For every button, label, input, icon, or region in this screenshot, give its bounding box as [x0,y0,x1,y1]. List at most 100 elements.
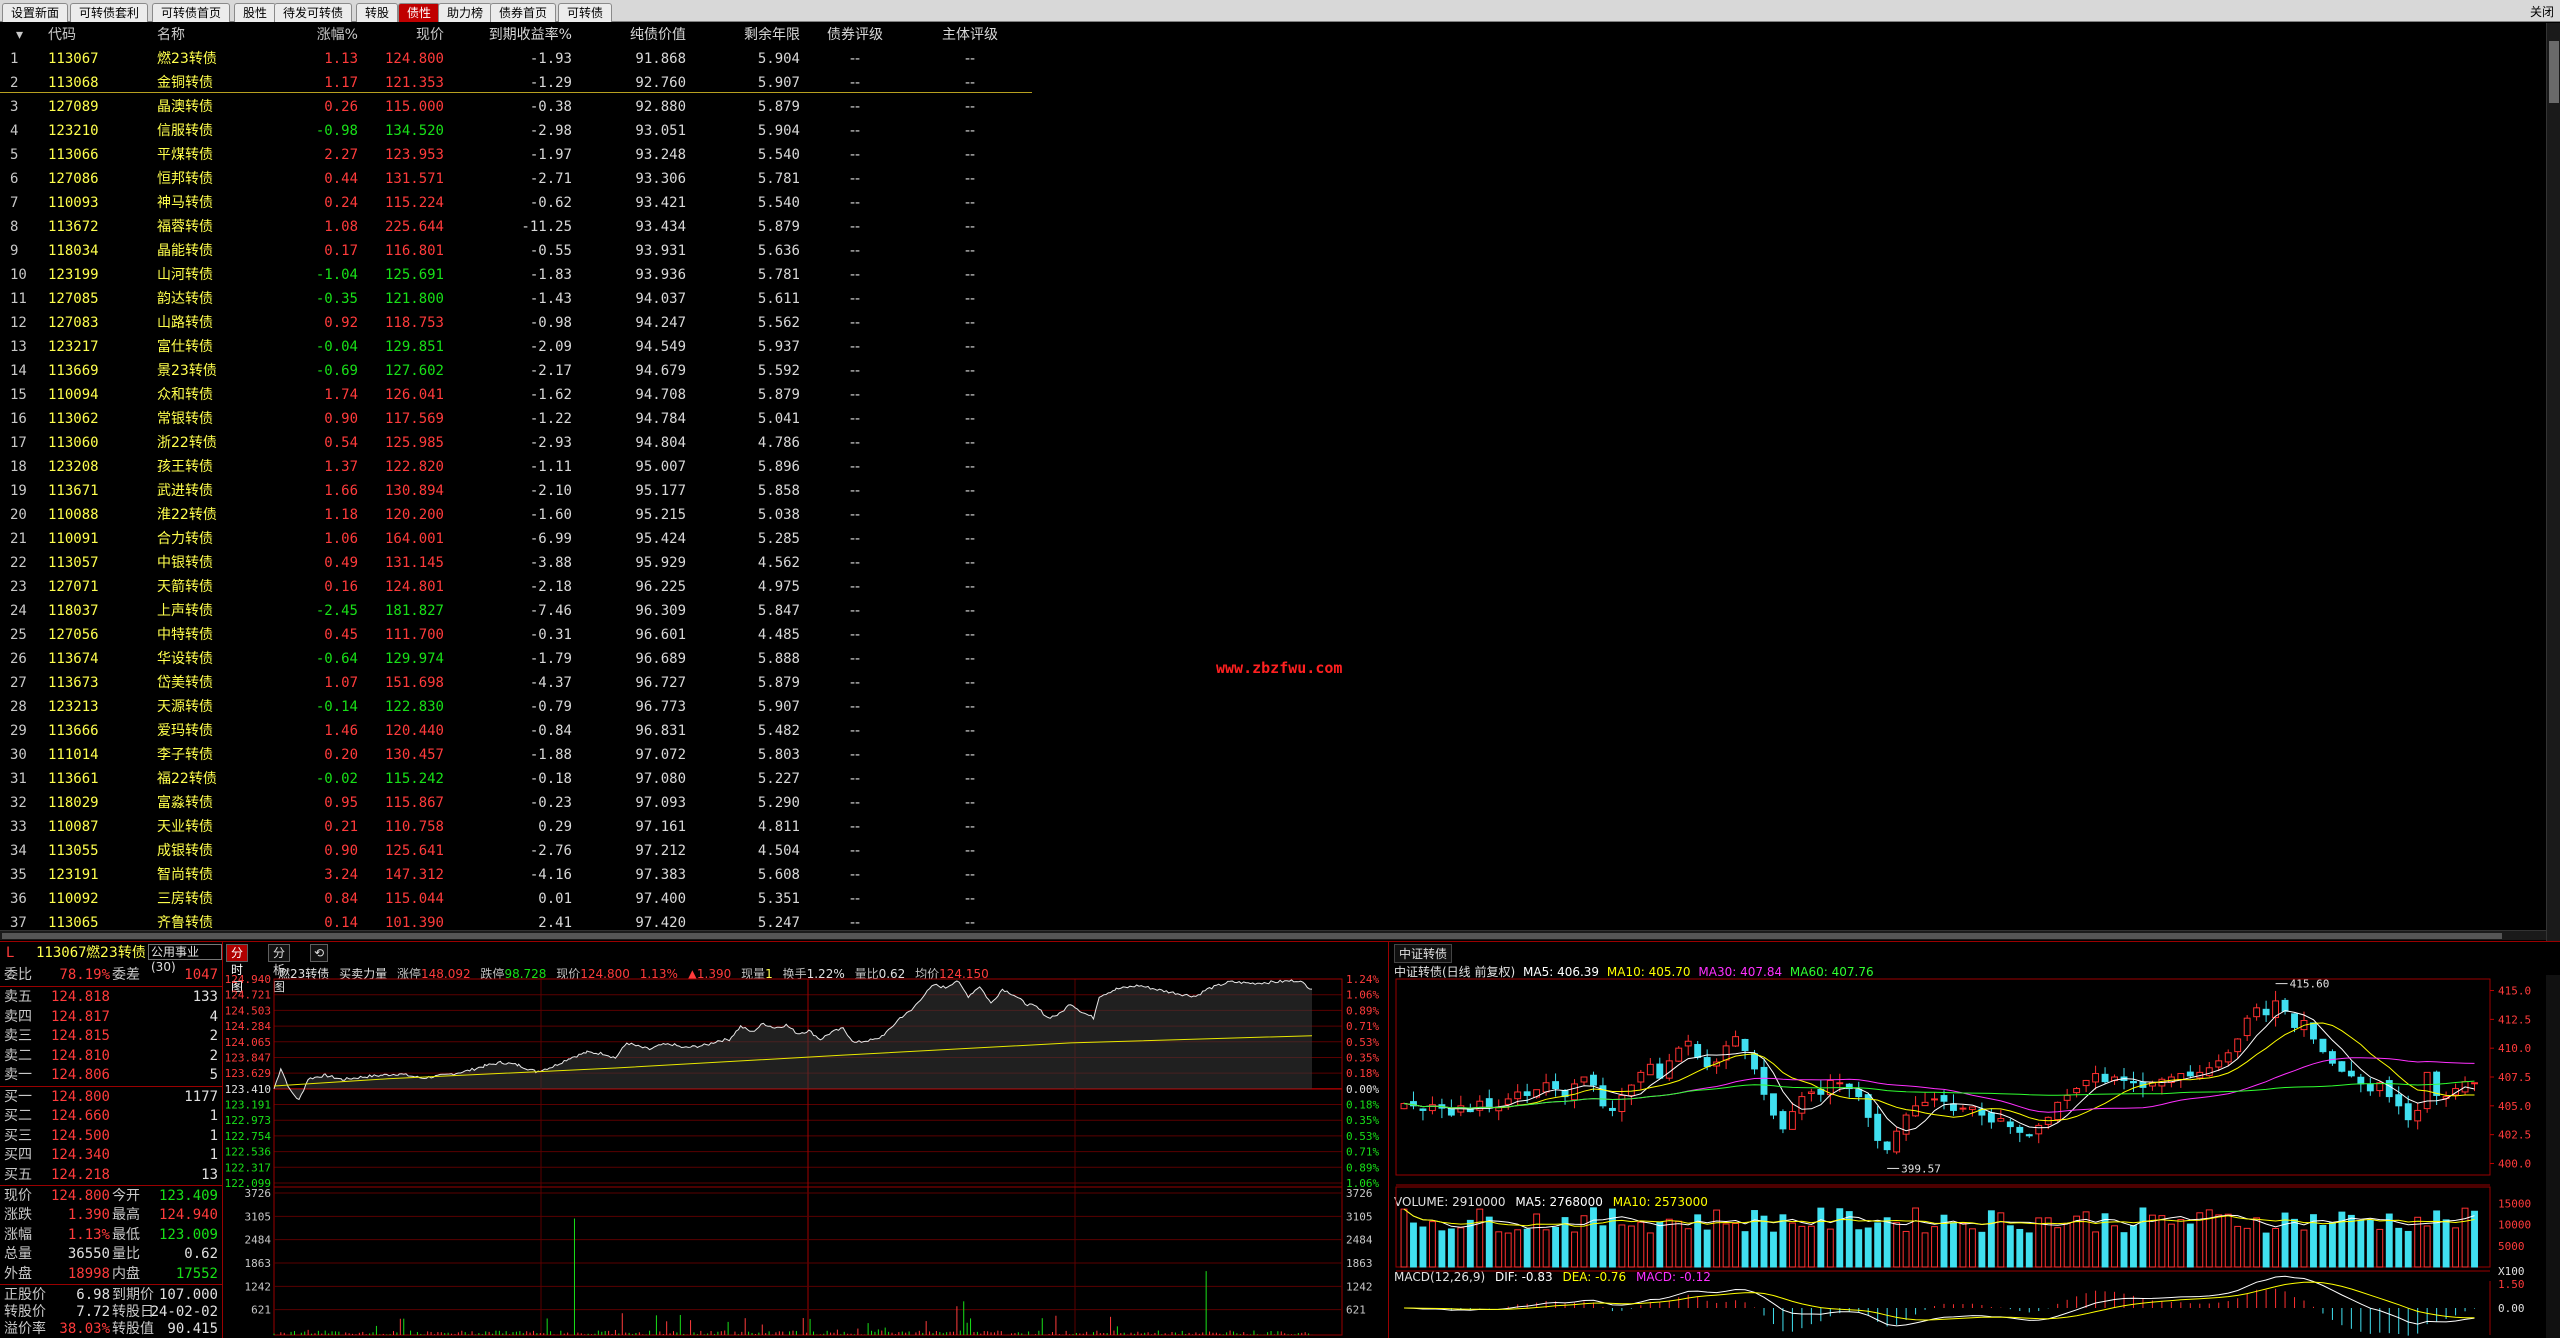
tab-3[interactable]: 股性 [234,3,277,22]
candle-body [1921,1101,1929,1107]
volume-bar [1987,1210,1995,1268]
volume-bar [2177,1219,2185,1268]
table-row[interactable]: 4 123210 信服转债 -0.98 134.520 -2.98 93.051 5.904 -… [0,119,1040,143]
bond-code: 113057 [48,555,99,571]
table-row[interactable]: 9 118034 晶能转债 0.17 116.801 -0.55 93.931 5.636 --… [0,239,1040,263]
candle-body [1419,1108,1427,1111]
kline-chart[interactable]: 415.0 412.5 410.0 407.5 405.0 402.5 400.0 415.6… [1392,975,2546,1338]
header-years[interactable]: 剩余年限 [700,23,800,47]
industry-button[interactable]: 公用事业(30) [148,944,222,974]
pure-value: 93.248 [635,147,686,163]
tab-8[interactable]: 债券首页 [490,3,557,22]
table-row[interactable]: 5 113066 平煤转债 2.27 123.953 -1.97 93.248 5.540 --… [0,143,1040,167]
table-row[interactable]: 25 127056 中特转债 0.45 111.700 -0.31 96.601 4.485 -… [0,623,1040,647]
bond-code: 118029 [48,795,99,811]
table-row[interactable]: 19 113671 武进转债 1.66 130.894 -2.10 95.177 5.858 -… [0,479,1040,503]
table-row[interactable]: 26 113674 华设转债 -0.64 129.974 -1.79 96.689 5.888… [0,647,1040,671]
table-row[interactable]: 32 118029 富淼转债 0.95 115.867 -0.23 97.093 5.290 -… [0,791,1040,815]
tab-0[interactable]: 设置新面 [2,3,69,22]
table-row[interactable]: 1 113067 燃23转债 1.13 124.800 -1.93 91.868 5.904 -… [0,47,1040,71]
candle-body [2205,1067,2213,1077]
intraday-chart[interactable]: 124.940 1.24% 124.721 1.06% 124.503 0.89% 124.… [222,975,1388,1338]
header-change[interactable]: 涨幅% [270,23,358,47]
candle-body [1779,1111,1787,1130]
tab-intraday[interactable]: 分时图 [226,944,249,994]
volume-tick: 3726 [1346,1187,1373,1200]
tab-5[interactable]: 转股 [356,3,399,22]
years-left: 5.904 [757,51,800,67]
volume-bar [1495,1231,1503,1268]
candle-body [1627,1084,1635,1097]
sort-down-icon[interactable]: ▾ [16,23,23,47]
rating: -- [849,555,861,571]
bond-code: 123191 [48,867,99,883]
tab-1[interactable]: 可转债套利 [70,3,149,22]
tab-2[interactable]: 可转债首页 [152,3,231,22]
vertical-scrollbar[interactable] [2546,23,2560,941]
tab-4[interactable]: 待发可转债 [274,3,353,22]
bond-name: 燃23转债 [157,51,217,67]
table-row[interactable]: 3 127089 晶澳转债 0.26 115.000 -0.38 92.880 5.879 --… [0,95,1040,119]
close-button[interactable]: 关闭 [2530,3,2554,20]
header-rating[interactable]: 债券评级 [810,23,900,47]
header-entity-rating[interactable]: 主体评级 [920,23,1020,47]
kline-title[interactable]: 中证转债 [1394,944,1453,963]
table-row[interactable]: 12 127083 山路转债 0.92 118.753 -0.98 94.247 5.562 -… [0,311,1040,335]
stat-row-cell: 18998 [67,1265,110,1282]
header-ytm[interactable]: 到期收益率% [460,23,572,47]
pct-tick: 0.18% [1346,1067,1379,1080]
volume-bar [1826,1228,1834,1268]
table-row[interactable]: 35 123191 智尚转债 3.24 147.312 -4.16 97.383 5.608 -… [0,863,1040,887]
table-row[interactable]: 33 110087 天业转债 0.21 110.758 0.29 97.161 4.811 --… [0,815,1040,839]
price: 118.753 [384,315,444,331]
row-index: 21 [10,531,27,547]
table-row[interactable]: 28 123213 天源转债 -0.14 122.830 -0.79 96.773 5.907… [0,695,1040,719]
header-price[interactable]: 现价 [360,23,444,47]
table-row[interactable]: 20 110088 淮22转债 1.18 120.200 -1.60 95.215 5.038… [0,503,1040,527]
table-row[interactable]: 31 113661 福22转债 -0.02 115.242 -0.18 97.080 5.22… [0,767,1040,791]
table-row[interactable]: 15 110094 众和转债 1.74 126.041 -1.62 94.708 5.879 -… [0,383,1040,407]
price: 122.820 [384,459,444,475]
header-name[interactable]: 名称 [157,23,257,47]
table-row[interactable]: 16 113062 常银转债 0.90 117.569 -1.22 94.784 5.041 -… [0,407,1040,431]
table-row[interactable]: 13 123217 富仕转债 -0.04 129.851 -2.09 94.549 5.937… [0,335,1040,359]
table-row[interactable]: 6 127086 恒邦转债 0.44 131.571 -2.71 93.306 5.781 --… [0,167,1040,191]
row-index: 17 [10,435,27,451]
table-row[interactable]: 30 111014 李子转债 0.20 130.457 -1.88 97.072 5.803 -… [0,743,1040,767]
table-row[interactable]: 11 127085 韵达转债 -0.35 121.800 -1.43 94.037 5.611… [0,287,1040,311]
table-row[interactable]: 23 127071 天箭转债 0.16 124.801 -2.18 96.225 4.975 -… [0,575,1040,599]
table-row[interactable]: 27 113673 岱美转债 1.07 151.698 -4.37 96.727 5.879 -… [0,671,1040,695]
table-row[interactable]: 29 113666 爱玛转债 1.46 120.440 -0.84 96.831 5.482 -… [0,719,1040,743]
entity-rating: -- [964,603,976,619]
pure-value: 94.804 [635,435,686,451]
table-row[interactable]: 22 113057 中银转债 0.49 131.145 -3.88 95.929 4.562 -… [0,551,1040,575]
volume-bar [1807,1225,1815,1268]
table-row[interactable]: 7 110093 神马转债 0.24 115.224 -0.62 93.421 5.540 --… [0,191,1040,215]
header-code[interactable]: 代码 [48,23,138,47]
kline-scrollbar[interactable] [2546,975,2560,1338]
table-row[interactable]: 10 123199 山河转债 -1.04 125.691 -1.83 93.936 5.781… [0,263,1040,287]
stat-row-cell: 123.009 [158,1226,218,1243]
tab-6[interactable]: 债性 [398,3,441,22]
table-row[interactable]: 36 110092 三房转债 0.84 115.044 0.01 97.400 5.351 --… [0,887,1040,911]
change-pct: -0.02 [315,771,358,787]
horizontal-scrollbar[interactable] [0,930,2546,940]
table-row[interactable]: 24 118037 上声转债 -2.45 181.827 -7.46 96.309 5.847… [0,599,1040,623]
price: 124.800 [384,51,444,67]
table-row[interactable]: 8 113672 福蓉转债 1.08 225.644 -11.25 93.434 5.879 -… [0,215,1040,239]
bid-row-cell: 买二 [4,1108,32,1125]
header-pure-value[interactable]: 纯债价值 [590,23,686,47]
table-row[interactable]: 21 110091 合力转债 1.06 164.001 -6.99 95.424 5.285 -… [0,527,1040,551]
stat-row: 涨跌 1.390 最高 124.940 [0,1206,222,1225]
rating: -- [849,339,861,355]
tab-7[interactable]: 助力榜 [438,3,493,22]
table-row[interactable]: 34 113055 成银转债 0.90 125.641 -2.76 97.212 4.504 -… [0,839,1040,863]
ask-row: 卖五 124.818 133 [0,988,222,1007]
table-row[interactable]: 18 123208 孩王转债 1.37 122.820 -1.11 95.007 5.896 -… [0,455,1040,479]
tab-9[interactable]: 可转债 [558,3,613,22]
table-row[interactable]: 14 113669 景23转债 -0.69 127.602 -2.17 94.679 5.59… [0,359,1040,383]
refresh-icon[interactable]: ⟲ [310,944,328,962]
tab-analysis[interactable]: 分析图 [268,944,291,994]
macd-tick: 1.50 [2498,1278,2525,1291]
table-row[interactable]: 17 113060 浙22转债 0.54 125.985 -2.93 94.804 4.786… [0,431,1040,455]
